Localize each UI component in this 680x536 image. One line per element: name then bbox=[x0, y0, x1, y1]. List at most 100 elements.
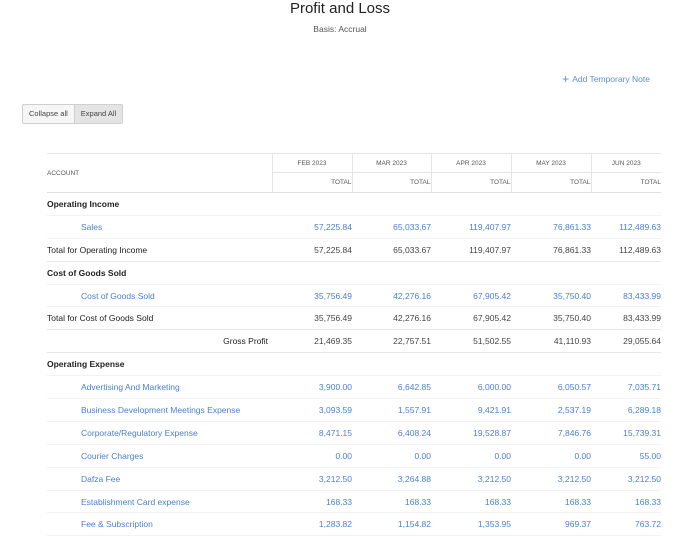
amount-cell: 29,055.64 bbox=[591, 329, 661, 354]
amount-cell: 83,433.99 bbox=[591, 306, 661, 331]
amount-cell[interactable]: 1,353.95 bbox=[431, 512, 511, 536]
amount-cell[interactable]: 3,264.88 bbox=[352, 467, 431, 491]
expand-collapse-group: Collapse all Expand All bbox=[22, 104, 124, 124]
amount-cell[interactable]: 6,289.18 bbox=[591, 398, 661, 422]
expand-all-button[interactable]: Expand All bbox=[74, 104, 124, 124]
amount-cell[interactable]: 7,846.76 bbox=[511, 421, 591, 445]
amount-cell[interactable]: 55.00 bbox=[591, 444, 661, 468]
account-row[interactable]: Business Development Meetings Expense 3,0… bbox=[47, 398, 661, 422]
amount-cell: 51,502.55 bbox=[431, 329, 511, 354]
section-header-row: Cost of Goods Sold bbox=[47, 261, 661, 285]
amount-cell[interactable]: 168.33 bbox=[352, 490, 431, 514]
row-label: Operating Income bbox=[47, 192, 272, 216]
account-link[interactable]: Advertising And Marketing bbox=[47, 375, 272, 400]
total-row: Total for Operating Income 57,225.84 65,03… bbox=[47, 238, 661, 262]
account-row[interactable]: Fee & Subscription 1,283.82 1,154.82 1,353.… bbox=[47, 512, 661, 536]
amount-cell[interactable]: 112,489.63 bbox=[591, 215, 661, 239]
amount-cell[interactable]: 7,035.71 bbox=[591, 375, 661, 400]
amount-cell[interactable]: 35,756.49 bbox=[272, 284, 352, 308]
total-column-header: TOTAL bbox=[430, 172, 511, 193]
amount-cell[interactable]: 35,750.40 bbox=[511, 284, 591, 308]
amount-cell[interactable]: 3,212.50 bbox=[511, 467, 591, 491]
amount-cell[interactable]: 0.00 bbox=[431, 444, 511, 468]
section-header-row: Operating Income bbox=[47, 192, 661, 216]
amount-cell[interactable]: 969.37 bbox=[511, 512, 591, 536]
amount-cell[interactable]: 119,407.97 bbox=[431, 215, 511, 239]
collapse-all-button[interactable]: Collapse all bbox=[22, 104, 75, 124]
account-row[interactable]: Cost of Goods Sold 35,756.49 42,276.16 67,9… bbox=[47, 284, 661, 308]
account-row[interactable]: Courier Charges 0.00 0.00 0.00 0.00 55.00 bbox=[47, 444, 661, 468]
amount-cell[interactable]: 168.33 bbox=[511, 490, 591, 514]
amount-cell[interactable]: 76,861.33 bbox=[511, 215, 591, 239]
gross-profit-row: Gross Profit 21,469.35 22,757.51 51,502.55 4… bbox=[47, 329, 661, 354]
plus-icon: + bbox=[562, 72, 570, 86]
amount-cell[interactable]: 83,433.99 bbox=[591, 284, 661, 308]
row-label: Operating Expense bbox=[47, 352, 272, 377]
amount-cell[interactable]: 3,212.50 bbox=[591, 467, 661, 491]
account-link[interactable]: Dafza Fee bbox=[47, 467, 272, 491]
section-header-row: Operating Expense bbox=[47, 352, 661, 377]
amount-cell[interactable]: 9,421.91 bbox=[431, 398, 511, 422]
amount-cell[interactable]: 2,537.19 bbox=[511, 398, 591, 422]
period-header-row: ACCOUNT FEB 2023 MAR 2023 APR 2023 MAY 2… bbox=[47, 153, 661, 193]
amount-cell: 21,469.35 bbox=[272, 329, 352, 354]
amount-cell[interactable]: 19,528.87 bbox=[431, 421, 511, 445]
amount-cell[interactable]: 57,225.84 bbox=[272, 215, 352, 239]
amount-cell: 35,750.40 bbox=[511, 306, 591, 331]
amount-cell[interactable]: 168.33 bbox=[431, 490, 511, 514]
amount-cell bbox=[591, 261, 661, 285]
total-column-header: TOTAL bbox=[351, 172, 431, 193]
account-link[interactable]: Fee & Subscription bbox=[47, 512, 272, 536]
amount-cell[interactable]: 6,408.24 bbox=[352, 421, 431, 445]
account-link[interactable]: Corporate/Regulatory Expense bbox=[47, 421, 272, 445]
account-row[interactable]: Sales 57,225.84 65,033.67 119,407.97 76,861.… bbox=[47, 215, 661, 239]
amount-cell[interactable]: 1,283.82 bbox=[272, 512, 352, 536]
amount-cell[interactable]: 0.00 bbox=[272, 444, 352, 468]
amount-cell[interactable]: 67,905.42 bbox=[431, 284, 511, 308]
account-link[interactable]: Sales bbox=[47, 215, 272, 239]
amount-cell: 65,033.67 bbox=[352, 238, 431, 262]
account-link[interactable]: Business Development Meetings Expense bbox=[47, 398, 272, 422]
amount-cell[interactable]: 168.33 bbox=[272, 490, 352, 514]
period-header: MAR 2023 bbox=[351, 153, 431, 173]
amount-cell[interactable]: 15,739.31 bbox=[591, 421, 661, 445]
amount-cell[interactable]: 3,212.50 bbox=[272, 467, 352, 491]
amount-cell[interactable]: 3,212.50 bbox=[431, 467, 511, 491]
amount-cell bbox=[431, 352, 511, 377]
amount-cell[interactable]: 65,033.67 bbox=[352, 215, 431, 239]
amount-cell: 57,225.84 bbox=[272, 238, 352, 262]
amount-cell[interactable]: 1,557.91 bbox=[352, 398, 431, 422]
amount-cell[interactable]: 0.00 bbox=[352, 444, 431, 468]
amount-cell[interactable]: 763.72 bbox=[591, 512, 661, 536]
account-link[interactable]: Courier Charges bbox=[47, 444, 272, 468]
account-row[interactable]: Advertising And Marketing 3,900.00 6,642.8… bbox=[47, 375, 661, 400]
report-title: Profit and Loss bbox=[289, 0, 391, 17]
amount-cell[interactable]: 6,642.85 bbox=[352, 375, 431, 400]
row-label: Total for Operating Income bbox=[47, 238, 272, 262]
amount-cell: 22,757.51 bbox=[352, 329, 431, 354]
account-link[interactable]: Establishment Card expense bbox=[47, 490, 272, 514]
amount-cell bbox=[511, 352, 591, 377]
account-row[interactable]: Corporate/Regulatory Expense 8,471.15 6,40… bbox=[47, 421, 661, 445]
profit-loss-table: ACCOUNT FEB 2023 MAR 2023 APR 2023 MAY 2… bbox=[47, 153, 661, 536]
amount-cell bbox=[272, 192, 352, 216]
amount-cell[interactable]: 3,093.59 bbox=[272, 398, 352, 422]
amount-cell[interactable]: 3,900.00 bbox=[272, 375, 352, 400]
add-temporary-note-link[interactable]: + Add Temporary Note bbox=[562, 72, 650, 86]
amount-cell[interactable]: 1,154.82 bbox=[352, 512, 431, 536]
add-note-label: Add Temporary Note bbox=[572, 74, 650, 84]
account-link[interactable]: Cost of Goods Sold bbox=[47, 284, 272, 308]
total-column-header: TOTAL bbox=[590, 172, 661, 193]
amount-cell[interactable]: 42,276.16 bbox=[352, 284, 431, 308]
amount-cell: 76,861.33 bbox=[511, 238, 591, 262]
amount-cell[interactable]: 168.33 bbox=[591, 490, 661, 514]
amount-cell bbox=[352, 261, 431, 285]
amount-cell[interactable]: 6,050.57 bbox=[511, 375, 591, 400]
amount-cell[interactable]: 0.00 bbox=[511, 444, 591, 468]
amount-cell[interactable]: 8,471.15 bbox=[272, 421, 352, 445]
account-row[interactable]: Establishment Card expense 168.33 168.33 16… bbox=[47, 490, 661, 514]
row-label: Gross Profit bbox=[47, 329, 272, 354]
period-header: APR 2023 bbox=[430, 153, 511, 173]
account-row[interactable]: Dafza Fee 3,212.50 3,264.88 3,212.50 3,212.5… bbox=[47, 467, 661, 491]
amount-cell[interactable]: 6,000.00 bbox=[431, 375, 511, 400]
